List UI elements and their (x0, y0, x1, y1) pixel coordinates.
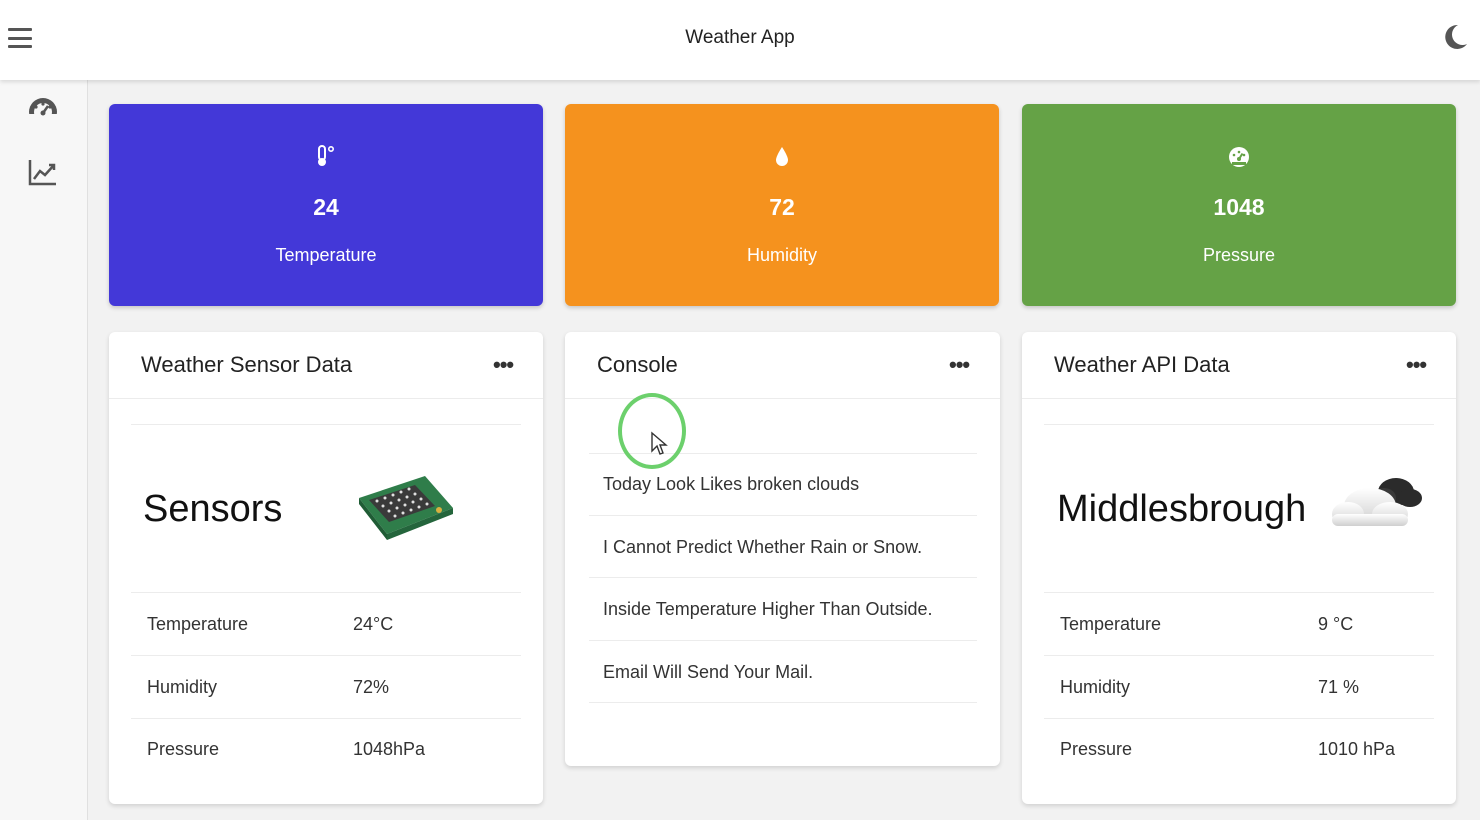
sensor-pressure-label: Pressure (147, 739, 220, 759)
sensor-humidity-value: 72% (353, 677, 390, 697)
chart-line-icon[interactable] (26, 156, 60, 190)
pressure-stat-value: 1048 (1213, 194, 1265, 220)
mouse-cursor-icon (651, 431, 668, 455)
api-pressure-label: Pressure (1060, 739, 1133, 759)
api-humidity-label: Humidity (1060, 677, 1131, 697)
api-pressure-value: 1010 hPa (1318, 739, 1396, 759)
console-line: Today Look Likes broken clouds (603, 474, 860, 494)
thermometer-icon (318, 145, 335, 166)
weather-sensor-panel: Weather Sensor Data ••• Sensors Temperat… (109, 332, 543, 804)
sensor-humidity-label: Humidity (147, 677, 218, 697)
humidity-stat-label: Humidity (746, 245, 817, 265)
api-humidity-value: 71 % (1318, 677, 1360, 697)
console-panel: Console ••• Today Look Likes broken clou… (565, 332, 1000, 766)
top-app-bar: Weather App (0, 0, 1480, 80)
console-line: Email Will Send Your Mail. (603, 662, 814, 682)
broken-clouds-icon (1332, 478, 1422, 526)
more-options-icon[interactable]: ••• (1406, 354, 1427, 376)
gauge-icon (1229, 147, 1249, 167)
temperature-stat-label: Temperature (275, 245, 377, 265)
more-options-icon[interactable]: ••• (949, 354, 970, 376)
panel-title: Weather API Data (1054, 352, 1230, 377)
weather-api-panel: Weather API Data ••• Middlesbrough Tempe… (1022, 332, 1456, 804)
sidebar (0, 80, 88, 820)
humidity-stat-card: 72 Humidity (565, 104, 999, 306)
sensor-pressure-value: 1048hPa (353, 739, 426, 759)
temperature-stat-card: 24 Temperature (109, 104, 543, 306)
sensor-board-image (359, 476, 453, 540)
sensor-temperature-label: Temperature (147, 614, 249, 634)
console-line: I Cannot Predict Whether Rain or Snow. (603, 537, 923, 557)
pressure-stat-card: 1048 Pressure (1022, 104, 1456, 306)
panel-title: Console (597, 352, 678, 377)
app-title: Weather App (685, 27, 795, 48)
api-temperature-value: 9 °C (1318, 614, 1354, 634)
city-name: Middlesbrough (1057, 488, 1307, 530)
console-line: Inside Temperature Higher Than Outside. (603, 599, 933, 619)
moon-icon[interactable] (1440, 22, 1470, 52)
panel-title: Weather Sensor Data (141, 352, 353, 377)
pressure-stat-label: Pressure (1202, 245, 1276, 265)
api-temperature-label: Temperature (1060, 614, 1162, 634)
sensors-heading: Sensors (143, 488, 283, 530)
humidity-stat-value: 72 (769, 194, 795, 220)
sensor-temperature-value: 24°C (353, 614, 394, 634)
more-options-icon[interactable]: ••• (493, 354, 514, 376)
water-drop-icon (776, 147, 788, 166)
temperature-stat-value: 24 (313, 194, 339, 220)
dashboard-gauge-icon[interactable] (26, 94, 60, 128)
